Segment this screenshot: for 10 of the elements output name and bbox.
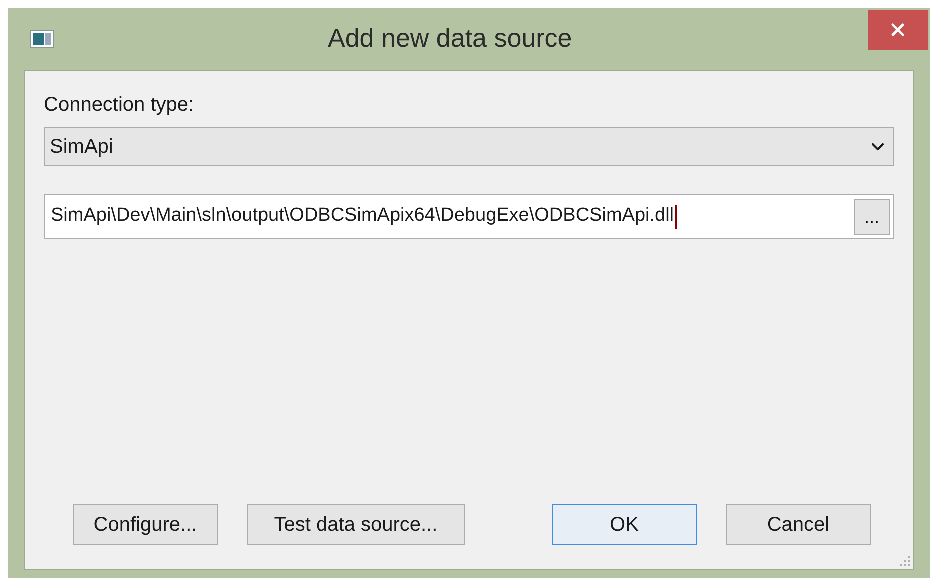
connection-type-dropdown[interactable]: SimApi: [44, 127, 894, 166]
app-icon: [30, 30, 54, 48]
dialog-button[interactable]: Test data source...: [247, 504, 465, 545]
window-title: Add new data source: [328, 25, 572, 51]
dialog-button[interactable]: OK: [552, 504, 697, 545]
close-button[interactable]: [868, 10, 928, 50]
dialog-button[interactable]: Cancel: [726, 504, 871, 545]
resize-grip-icon: [899, 555, 911, 567]
dialog-button[interactable]: Configure...: [73, 504, 218, 545]
field-label: Connection type:: [44, 95, 196, 115]
